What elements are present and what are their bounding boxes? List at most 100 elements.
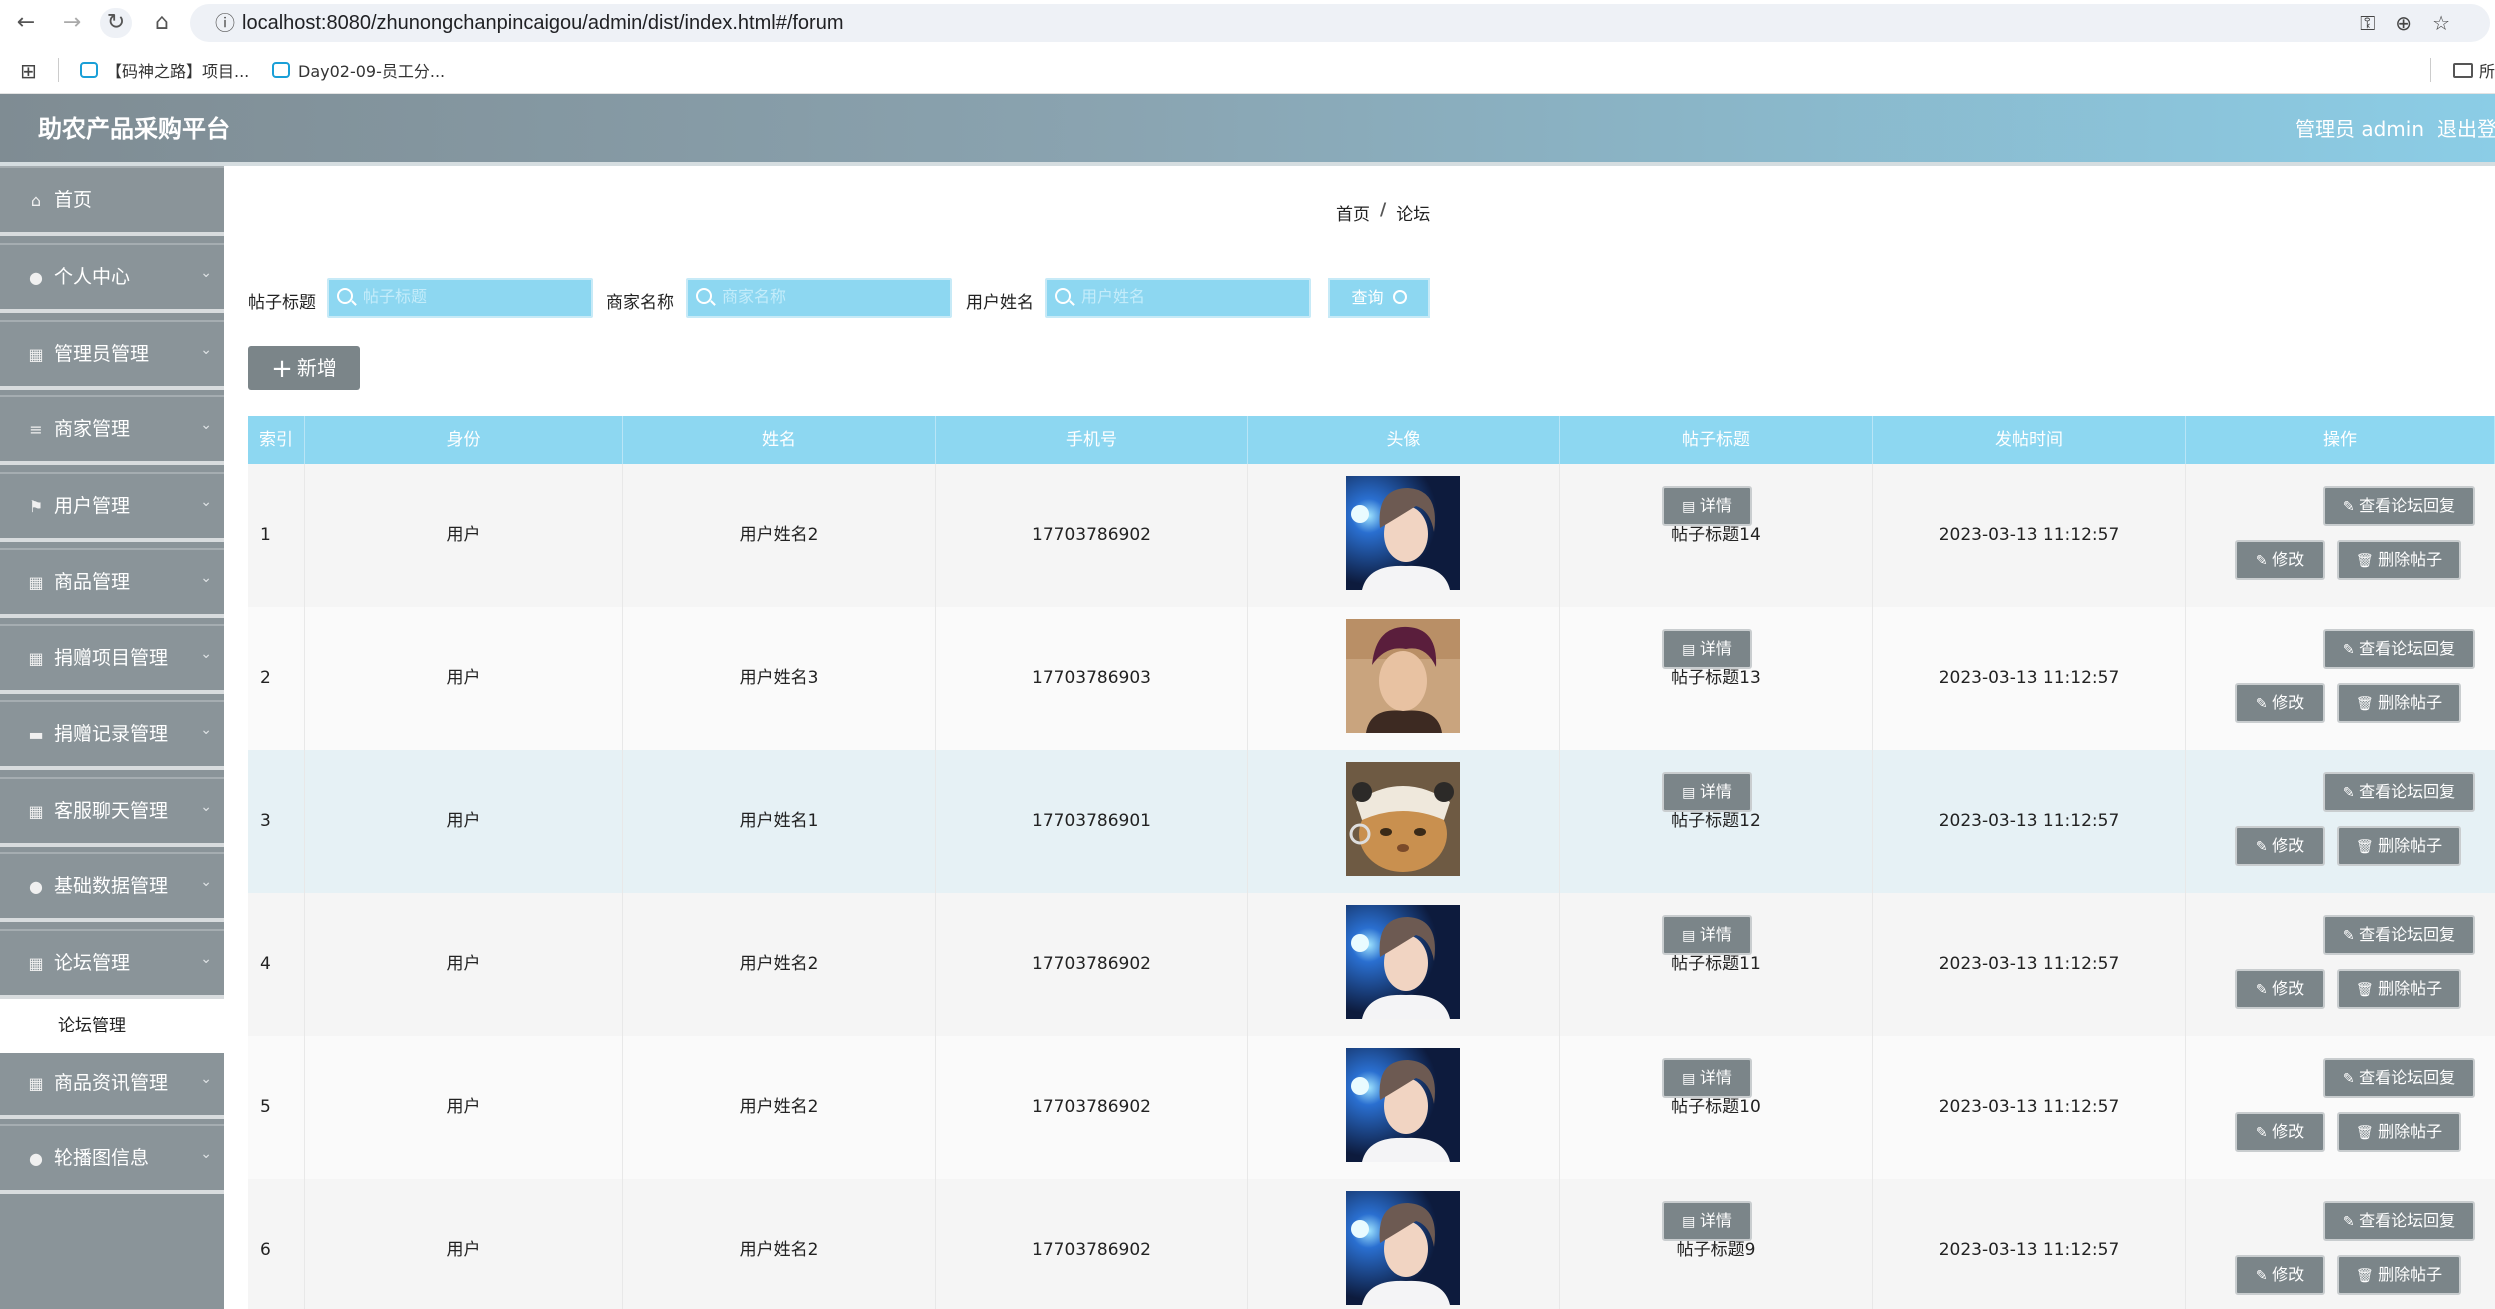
edit-icon: ✎ bbox=[2342, 1214, 2360, 1230]
table-cell-phone: 17703786901 bbox=[936, 750, 1248, 893]
user-search-field[interactable] bbox=[1045, 278, 1311, 318]
flag-icon: ⚑ bbox=[28, 496, 44, 516]
detail-button[interactable]: ▤ 详情 bbox=[1662, 1058, 1752, 1098]
breadcrumb-home[interactable]: 首页 bbox=[1336, 200, 1370, 225]
delete-button[interactable]: 🗑 删除帖子 bbox=[2337, 540, 2461, 580]
address-bar[interactable]: ⓘ localhost:8080/zhunongchanpincaigou/ad… bbox=[190, 4, 2490, 42]
zoom-icon[interactable]: ⊕ bbox=[2395, 11, 2412, 35]
delete-button-label: 删除帖子 bbox=[2378, 979, 2443, 998]
detail-button[interactable]: ▤ 详情 bbox=[1662, 915, 1752, 955]
site-info-icon[interactable]: ⓘ bbox=[210, 8, 240, 38]
sidebar-item-9[interactable]: ▦ 客服聊天管理 ⌄ bbox=[0, 777, 224, 848]
table-cell-index: 3 bbox=[248, 750, 305, 893]
home-browser-icon[interactable]: ⌂ bbox=[146, 8, 178, 38]
edit-button[interactable]: ✎ 修改 bbox=[2235, 540, 2325, 580]
all-bookmarks[interactable]: 所 bbox=[2429, 58, 2495, 82]
search-icon bbox=[696, 288, 712, 304]
table-cell-index: 1 bbox=[248, 464, 305, 607]
actions-cell: ▤ 详情 ✎ 查看论坛回复 ✎ 修改 🗑 删除帖子 bbox=[1662, 607, 2495, 750]
grid-icon: ▦ bbox=[28, 573, 44, 593]
search-icon bbox=[337, 288, 353, 304]
detail-button[interactable]: ▤ 详情 bbox=[1662, 772, 1752, 812]
breadcrumb: 首页 / 论坛 bbox=[1336, 200, 1430, 225]
view-replies-button[interactable]: ✎ 查看论坛回复 bbox=[2323, 629, 2475, 669]
bookmark-2[interactable]: Day02-09-员工分... bbox=[272, 58, 445, 82]
trash-icon: 🗑 bbox=[2355, 696, 2379, 712]
merchant-search-field[interactable] bbox=[686, 278, 952, 318]
edit-button[interactable]: ✎ 修改 bbox=[2235, 1112, 2325, 1152]
table-row: 6 用户 用户姓名2 17703786902 帖子标题9 2023-03-13 11:12… bbox=[248, 1179, 2495, 1309]
search-icon bbox=[1392, 290, 1407, 304]
user-search-input[interactable] bbox=[1081, 286, 1301, 310]
view-replies-button[interactable]: ✎ 查看论坛回复 bbox=[2323, 1201, 2475, 1241]
app-title: 助农产品采购平台 bbox=[38, 115, 230, 143]
edit-button-label: 修改 bbox=[2272, 979, 2305, 998]
view-replies-button[interactable]: ✎ 查看论坛回复 bbox=[2323, 486, 2475, 526]
forward-icon[interactable]: → bbox=[56, 8, 88, 38]
edit-button-label: 修改 bbox=[2272, 1122, 2305, 1141]
document-icon: ▤ bbox=[1682, 785, 1700, 801]
detail-button[interactable]: ▤ 详情 bbox=[1662, 629, 1752, 669]
delete-button-label: 删除帖子 bbox=[2378, 836, 2443, 855]
sidebar-item-1[interactable]: ⌂ 首页 bbox=[0, 166, 224, 236]
chevron-down-icon: ⌄ bbox=[200, 1146, 212, 1163]
document-icon: ▤ bbox=[1682, 1071, 1700, 1087]
sidebar-item-6[interactable]: ▦ 商品管理 ⌄ bbox=[0, 548, 224, 619]
apps-icon[interactable]: ⊞ bbox=[20, 59, 37, 83]
user-search-label: 用户姓名 bbox=[966, 293, 1034, 313]
avatar-cell bbox=[1248, 1179, 1560, 1309]
detail-button[interactable]: ▤ 详情 bbox=[1662, 1201, 1752, 1241]
sidebar-item-8[interactable]: ▬ 捐赠记录管理 ⌄ bbox=[0, 700, 224, 771]
edit-button[interactable]: ✎ 修改 bbox=[2235, 826, 2325, 866]
reload-icon[interactable]: ↻ bbox=[100, 8, 132, 38]
user-icon: ● bbox=[29, 267, 43, 287]
sidebar-item-10[interactable]: ● 基础数据管理 ⌄ bbox=[0, 852, 224, 923]
table-cell-index: 2 bbox=[248, 607, 305, 750]
delete-button[interactable]: 🗑 删除帖子 bbox=[2337, 1112, 2461, 1152]
table-header: 索引 身份 姓名 手机号 头像 帖子标题 发帖时间 操作 bbox=[248, 416, 2495, 464]
view-replies-button[interactable]: ✎ 查看论坛回复 bbox=[2323, 1058, 2475, 1098]
table-cell-index: 4 bbox=[248, 893, 305, 1036]
detail-button[interactable]: ▤ 详情 bbox=[1662, 486, 1752, 526]
star-icon[interactable]: ☆ bbox=[2432, 11, 2450, 35]
plus-icon: + bbox=[271, 354, 293, 384]
title-search-input[interactable] bbox=[363, 286, 583, 310]
sidebar-item-7[interactable]: ▦ 捐赠项目管理 ⌄ bbox=[0, 623, 224, 694]
edit-icon: ✎ bbox=[2342, 785, 2360, 801]
sidebar-item-label: 捐赠项目管理 bbox=[54, 646, 169, 669]
key-icon[interactable]: ⚿ bbox=[2360, 11, 2375, 35]
query-button[interactable]: 查询 bbox=[1328, 278, 1430, 318]
add-button[interactable]: + 新增 bbox=[248, 346, 360, 390]
edit-button[interactable]: ✎ 修改 bbox=[2235, 969, 2325, 1009]
delete-button[interactable]: 🗑 删除帖子 bbox=[2337, 826, 2461, 866]
sidebar-item-3[interactable]: ▦ 管理员管理 ⌄ bbox=[0, 319, 224, 390]
sidebar-item-2[interactable]: ● 个人中心 ⌄ bbox=[0, 242, 224, 313]
edit-button[interactable]: ✎ 修改 bbox=[2235, 683, 2325, 723]
view-replies-button[interactable]: ✎ 查看论坛回复 bbox=[2323, 915, 2475, 955]
bookmark-divider bbox=[58, 58, 59, 82]
sidebar-subitem-forum[interactable]: 论坛管理 bbox=[0, 999, 224, 1053]
actions-cell: ▤ 详情 ✎ 查看论坛回复 ✎ 修改 🗑 删除帖子 bbox=[1662, 893, 2495, 1036]
avatar-cell bbox=[1248, 607, 1560, 750]
sidebar-item-13[interactable]: ● 轮播图信息 ⌄ bbox=[0, 1124, 224, 1195]
merchant-search-input[interactable] bbox=[722, 286, 942, 310]
delete-button[interactable]: 🗑 删除帖子 bbox=[2337, 1255, 2461, 1295]
edit-button-label: 修改 bbox=[2272, 550, 2305, 569]
sidebar-item-5[interactable]: ⚑ 用户管理 ⌄ bbox=[0, 471, 224, 542]
edit-button[interactable]: ✎ 修改 bbox=[2235, 1255, 2325, 1295]
delete-button[interactable]: 🗑 删除帖子 bbox=[2337, 969, 2461, 1009]
delete-button[interactable]: 🗑 删除帖子 bbox=[2337, 683, 2461, 723]
back-icon[interactable]: ← bbox=[10, 8, 42, 38]
grid-icon: ▦ bbox=[28, 1074, 44, 1094]
sidebar: ⌂ 首页 ● 个人中心 ⌄ ▦ 管理员管理 ⌄ ≡ 商家管理 ⌄ ⚑ 用户管理 ⌄ ▦ 商品管理 ⌄ ▦ 捐赠项目管… bbox=[0, 166, 224, 1309]
title-search-field[interactable] bbox=[327, 278, 593, 318]
bookmark-2-label: Day02-09-员工分... bbox=[298, 62, 446, 81]
sidebar-item-4[interactable]: ≡ 商家管理 ⌄ bbox=[0, 394, 224, 465]
bookmark-1[interactable]: 【码神之路】项目... bbox=[80, 58, 249, 82]
logout-link[interactable]: 退出登录 bbox=[2437, 94, 2495, 164]
table-cell-role: 用户 bbox=[305, 750, 623, 893]
delete-button-label: 删除帖子 bbox=[2378, 550, 2443, 569]
view-replies-button[interactable]: ✎ 查看论坛回复 bbox=[2323, 772, 2475, 812]
sidebar-item-12[interactable]: ▦ 商品资讯管理 ⌄ bbox=[0, 1049, 224, 1120]
sidebar-item-11[interactable]: ▦ 论坛管理 ⌄ bbox=[0, 929, 224, 1000]
